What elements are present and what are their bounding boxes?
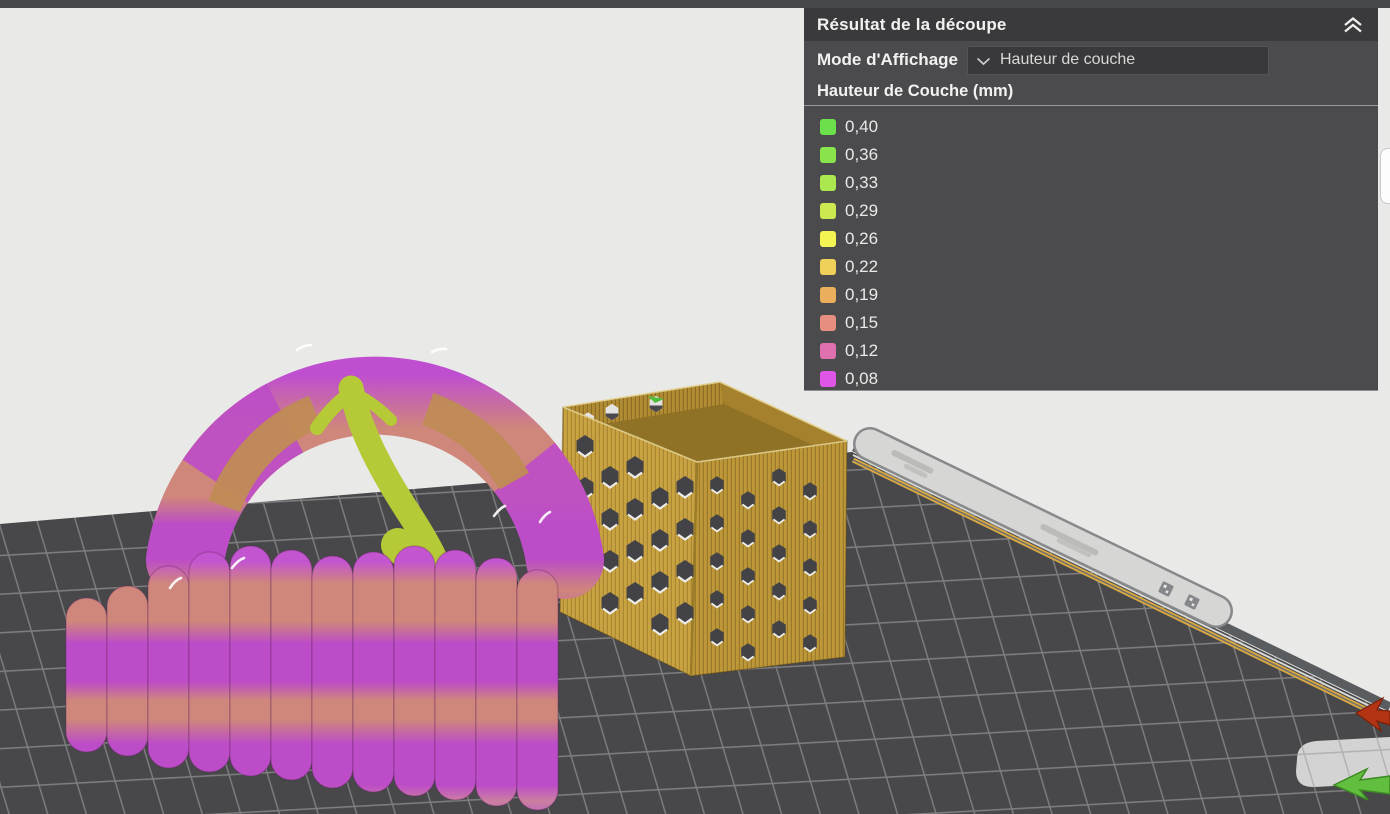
display-mode-label: Mode d'Affichage (817, 50, 958, 69)
legend-row: 0,36 (820, 141, 1378, 169)
legend-value: 0,15 (845, 313, 879, 332)
legend-swatch (820, 231, 836, 247)
legend-swatch (820, 147, 836, 163)
panel-title: Résultat de la découpe (817, 14, 1007, 34)
legend-swatch (820, 343, 836, 359)
hex-basket-model[interactable] (559, 381, 848, 677)
legend-swatch (820, 371, 836, 387)
legend-swatch (820, 175, 836, 191)
legend-row: 0,26 (820, 225, 1378, 253)
legend-value: 0,22 (845, 257, 879, 276)
legend-row: 0,19 (820, 281, 1378, 309)
legend-row: 0,08 (820, 365, 1378, 393)
legend-row: 0,40 (820, 113, 1378, 141)
legend-swatch (820, 315, 836, 331)
legend-row: 0,22 (820, 253, 1378, 281)
legend-row: 0,15 (820, 309, 1378, 337)
legend-value: 0,29 (845, 201, 879, 220)
legend-value: 0,33 (845, 173, 879, 192)
legend-row: 0,33 (820, 169, 1378, 197)
legend-swatch (820, 119, 836, 135)
display-mode-value: Hauteur de couche (1000, 51, 1136, 68)
display-mode-dropdown[interactable]: Hauteur de couche (967, 45, 1269, 75)
legend-value: 0,12 (845, 341, 879, 360)
legend-title: Hauteur de Couche (mm) (817, 82, 1014, 100)
legend-swatch (820, 259, 836, 275)
legend-value: 0,19 (845, 285, 879, 304)
display-mode-row: Mode d'Affichage Hauteur de couche (804, 41, 1378, 79)
double-chevron-up-icon[interactable] (1341, 15, 1365, 35)
legend-value: 0,26 (845, 229, 879, 248)
legend-row: 0,29 (820, 197, 1378, 225)
side-panel-handle[interactable] (1380, 148, 1390, 204)
legend-swatch (820, 203, 836, 219)
legend-swatch (820, 287, 836, 303)
legend-value: 0,08 (845, 369, 879, 388)
layer-height-legend: 0,40 0,36 0,33 0,29 0,26 0,22 0,19 0,15 … (804, 106, 1378, 393)
slicing-result-panel: Résultat de la découpe Mode d'Affichage … (804, 8, 1378, 391)
chevron-down-icon (976, 57, 991, 66)
top-bar (0, 0, 1390, 8)
slicer-viewport[interactable]: Résultat de la découpe Mode d'Affichage … (0, 0, 1390, 814)
legend-value: 0,36 (845, 145, 879, 164)
legend-value: 0,40 (845, 117, 879, 136)
panel-header: Résultat de la découpe (804, 8, 1378, 41)
legend-row: 0,12 (820, 337, 1378, 365)
